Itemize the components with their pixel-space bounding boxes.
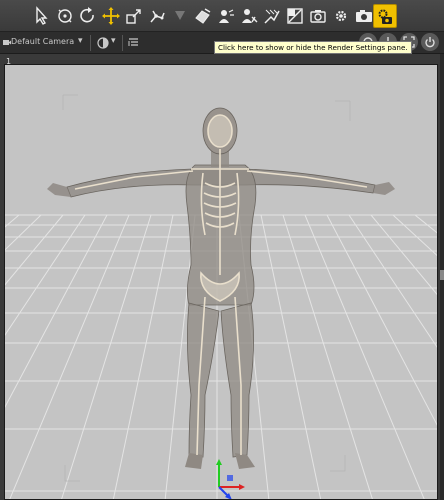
camera-dropdown-arrow[interactable]: ▾ <box>78 36 83 46</box>
universal-tool-button[interactable] <box>53 4 77 28</box>
scene-canvas <box>5 94 437 499</box>
render-settings-tooltip: Click here to show or hide the Render Se… <box>214 41 412 54</box>
node-weight-map-icon <box>242 9 258 23</box>
surface-selection-icon <box>195 8 211 24</box>
render-preview-button[interactable] <box>306 4 330 28</box>
drawstyle-dropdown-arrow[interactable]: ▾ <box>111 36 116 46</box>
translate-tool-icon <box>102 7 120 25</box>
translate-tool-button[interactable] <box>99 4 123 28</box>
scale-tool-button[interactable] <box>122 4 146 28</box>
divider <box>122 35 123 51</box>
node-weight-map-button[interactable] <box>237 4 261 28</box>
rotate-tool-button[interactable] <box>76 4 100 28</box>
universal-tool-icon <box>58 9 72 23</box>
selection-tool-icon <box>36 6 48 25</box>
render-icon <box>356 10 372 22</box>
property-editor-icon <box>287 8 303 24</box>
divider <box>90 35 91 51</box>
main-toolbar <box>0 0 444 32</box>
joint-editor-icon <box>150 10 165 23</box>
surface-selection-button[interactable] <box>191 4 215 28</box>
viewport-panel <box>0 54 440 500</box>
render-settings-icon <box>378 9 392 24</box>
viewport-number: 1 <box>6 57 12 66</box>
spot-render-button[interactable] <box>214 4 238 28</box>
joint-editor-button[interactable] <box>145 4 169 28</box>
camera-select[interactable]: Default Camera <box>11 37 74 46</box>
pane-collapse-handle[interactable] <box>440 270 444 280</box>
selection-tool-button[interactable] <box>30 4 54 28</box>
render-settings-button[interactable] <box>373 4 397 28</box>
gear-icon <box>335 10 347 22</box>
scale-tool-icon <box>126 9 141 24</box>
region-navigator-icon <box>264 9 280 24</box>
spot-render-icon <box>219 9 234 23</box>
region-navigator-button[interactable] <box>260 4 284 28</box>
render-preview-icon <box>310 10 326 23</box>
geometry-tool-button[interactable] <box>168 4 192 28</box>
geometry-tool-icon <box>175 11 185 20</box>
property-editor-button[interactable] <box>283 4 307 28</box>
rotate-tool-icon <box>80 7 94 23</box>
power-icon[interactable] <box>421 33 439 51</box>
drawstyle-icon[interactable] <box>97 37 109 49</box>
viewport-options-icon[interactable] <box>128 37 139 48</box>
settings-button[interactable] <box>329 4 353 28</box>
3d-viewport[interactable] <box>4 64 438 500</box>
